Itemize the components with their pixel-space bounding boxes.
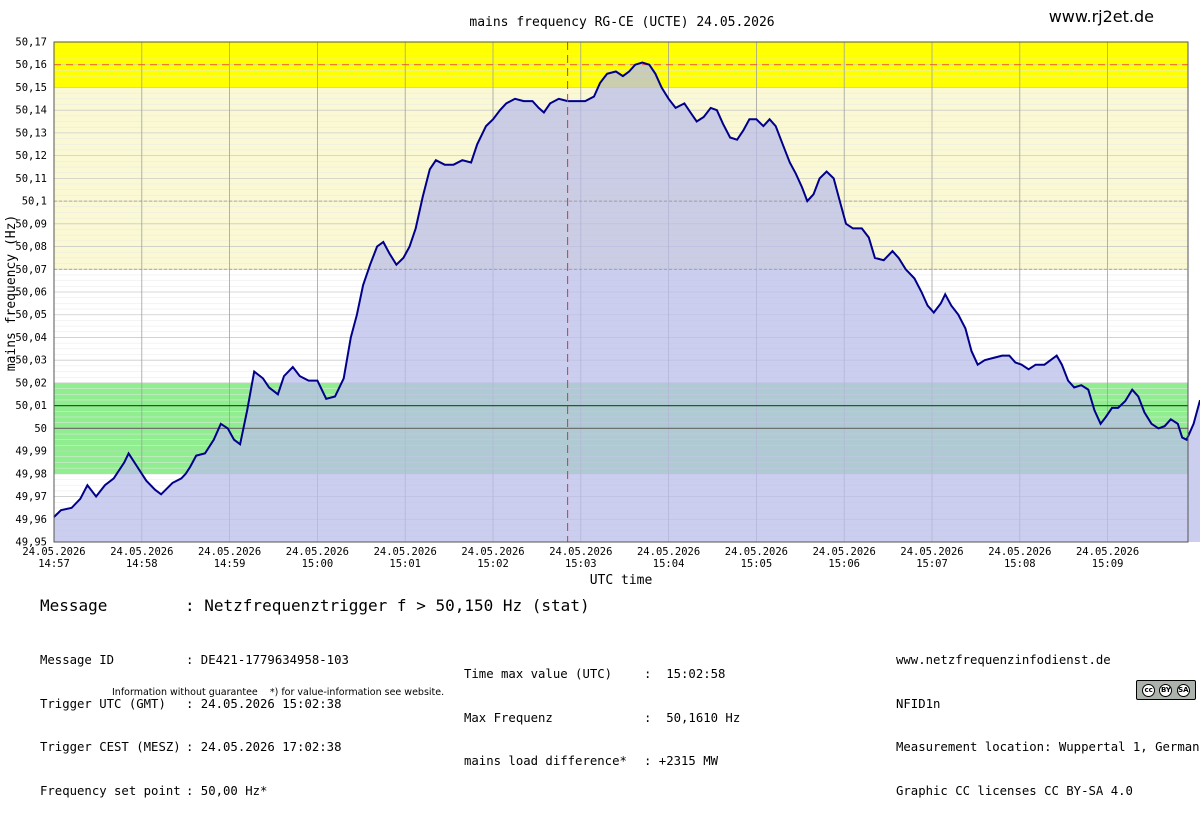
- x-tick-time: 15:05: [741, 558, 773, 570]
- footnote: Information without guarantee *) for val…: [112, 687, 445, 698]
- max-frequency-value: : 50,1610 Hz: [644, 710, 741, 725]
- x-tick-date: 24.05.2026: [198, 546, 261, 558]
- set-point-value: : 50,00 Hz*: [186, 783, 268, 798]
- x-tick-date: 24.05.2026: [813, 546, 876, 558]
- time-max-label: Time max value (UTC): [464, 667, 613, 681]
- y-tick-label: 50,05: [15, 309, 47, 321]
- message-value: : Netzfrequenztrigger f > 50,150 Hz (sta…: [185, 596, 590, 615]
- y-tick-label: 50: [34, 423, 47, 435]
- sa-icon: SA: [1176, 683, 1190, 697]
- y-axis-label: mains frequency (Hz): [4, 215, 19, 372]
- message-label: Message: [40, 596, 108, 615]
- y-tick-label: 50,08: [15, 241, 47, 253]
- by-icon: BY: [1159, 683, 1173, 697]
- y-tick-label: 50,06: [15, 287, 47, 299]
- x-tick-time: 15:03: [565, 558, 597, 570]
- chart-title: mains frequency RG-CE (UCTE) 24.05.2026: [469, 15, 774, 30]
- time-max-value: : 15:02:58: [644, 667, 726, 681]
- y-tick-label: 49,99: [15, 446, 47, 458]
- message-row: Message : Netzfrequenztrigger f > 50,150 …: [40, 596, 590, 615]
- details-right: www.netzfrequenzinfodienst.de NFID1n Mea…: [896, 624, 1200, 813]
- details-mid: Time max value (UTC) : 15:02:58 Max Frequ…: [464, 638, 740, 783]
- message-id-label: Message ID: [40, 653, 115, 667]
- x-tick-time: 14:58: [126, 558, 158, 570]
- y-tick-label: 50,17: [15, 37, 47, 49]
- x-tick-time: 15:02: [477, 558, 509, 570]
- x-tick-date: 24.05.2026: [988, 546, 1051, 558]
- source-website: www.netzfrequenzinfodienst.de: [896, 653, 1111, 667]
- x-tick-date: 24.05.2026: [900, 546, 963, 558]
- y-tick-label: 50,13: [15, 127, 47, 139]
- x-tick-time: 14:57: [38, 558, 70, 570]
- cc-icon: cc: [1142, 683, 1156, 697]
- x-tick-time: 15:01: [389, 558, 421, 570]
- x-tick-time: 15:07: [916, 558, 948, 570]
- x-tick-time: 15:09: [1092, 558, 1124, 570]
- x-tick-date: 24.05.2026: [286, 546, 349, 558]
- y-tick-label: 50,07: [15, 264, 47, 276]
- y-tick-label: 49,97: [15, 491, 47, 503]
- y-tick-label: 50,03: [15, 355, 47, 367]
- y-tick-label: 50,14: [15, 105, 47, 117]
- trigger-cest-value: : 24.05.2026 17:02:38: [186, 740, 342, 754]
- y-tick-label: 49,96: [15, 514, 47, 526]
- set-point-label: Frequency set point: [40, 783, 181, 798]
- y-tick-label: 50,16: [15, 59, 47, 71]
- x-tick-date: 24.05.2026: [725, 546, 788, 558]
- x-tick-date: 24.05.2026: [549, 546, 612, 558]
- y-tick-label: 50,02: [15, 377, 47, 389]
- message-id-value: : DE421-1779634958-103: [186, 653, 349, 667]
- y-tick-label: 50,04: [15, 332, 47, 344]
- y-tick-label: 50,01: [15, 400, 47, 412]
- y-tick-label: 49,98: [15, 468, 47, 480]
- x-tick-time: 15:08: [1004, 558, 1036, 570]
- load-difference-value: : +2315 MW: [644, 754, 719, 768]
- x-axis-label: UTC time: [590, 573, 653, 588]
- x-tick-date: 24.05.2026: [110, 546, 173, 558]
- x-tick-time: 15:06: [828, 558, 860, 570]
- y-tick-label: 50,11: [15, 173, 47, 185]
- x-tick-date: 24.05.2026: [374, 546, 437, 558]
- x-tick-date: 24.05.2026: [1076, 546, 1139, 558]
- y-tick-labels: 49,9549,9649,9749,9849,995050,0150,0250,…: [15, 37, 47, 549]
- max-frequency-label: Max Frequenz: [464, 710, 553, 725]
- y-tick-label: 50,15: [15, 82, 47, 94]
- x-tick-time: 15:04: [653, 558, 685, 570]
- y-tick-label: 50,09: [15, 218, 47, 230]
- details-left: Message ID : DE421-1779634958-103 Trigger…: [40, 624, 349, 813]
- x-tick-date: 24.05.2026: [637, 546, 700, 558]
- load-difference-label: mains load difference*: [464, 754, 627, 768]
- measurement-location: Measurement location: Wuppertal 1, Germa…: [896, 740, 1200, 754]
- x-tick-time: 15:00: [302, 558, 334, 570]
- x-tick-date: 24.05.2026: [461, 546, 524, 558]
- license-text: Graphic CC licenses CC BY-SA 4.0: [896, 783, 1133, 798]
- trigger-cest-label: Trigger CEST (MESZ): [40, 740, 181, 754]
- y-tick-label: 50,12: [15, 150, 47, 162]
- y-tick-label: 50,1: [22, 196, 47, 208]
- x-tick-date: 24.05.2026: [22, 546, 85, 558]
- site-label: www.rj2et.de: [1048, 7, 1154, 26]
- x-tick-time: 14:59: [214, 558, 246, 570]
- frequency-chart: 49,9549,9649,9749,9849,995050,0150,0250,…: [4, 15, 1200, 588]
- cc-license-badge[interactable]: cc BY SA: [1136, 680, 1196, 700]
- x-tick-labels: 24.05.202614:5724.05.202614:5824.05.2026…: [22, 546, 1139, 570]
